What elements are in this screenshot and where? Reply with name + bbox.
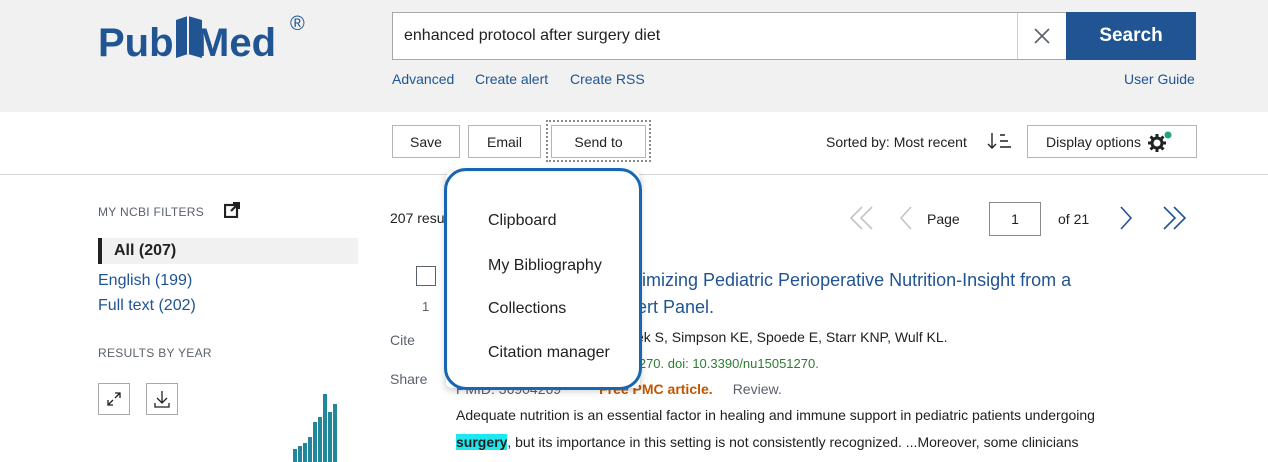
year-bar[interactable] <box>333 404 337 462</box>
filter-full-text[interactable]: Full text (202) <box>98 297 196 315</box>
page-label: Page <box>927 211 960 227</box>
save-button[interactable]: Save <box>392 125 460 158</box>
first-page-icon[interactable] <box>848 205 876 231</box>
my-ncbi-filters-heading: MY NCBI FILTERS <box>98 205 205 219</box>
snippet-line-2-rest: , but its importance in this setting is … <box>507 434 1079 450</box>
pubmed-logo[interactable]: Pub Med ® <box>98 6 318 68</box>
svg-text:Pub: Pub <box>98 21 174 65</box>
review-badge: Review. <box>732 381 782 397</box>
result-title-line-2[interactable]: ert Panel. <box>637 297 714 318</box>
svg-text:®: ® <box>290 13 305 35</box>
year-bar[interactable] <box>318 417 322 462</box>
result-snippet-line-2: surgery, but its importance in this sett… <box>456 434 1079 450</box>
create-alert-link[interactable]: Create alert <box>475 71 548 87</box>
search-button[interactable]: Search <box>1066 12 1196 60</box>
email-button[interactable]: Email <box>468 125 541 158</box>
results-count: 207 resu <box>390 210 445 226</box>
year-bar[interactable] <box>308 437 312 462</box>
download-chart-button[interactable] <box>146 383 178 415</box>
last-page-icon[interactable] <box>1160 205 1188 231</box>
result-number: 1 <box>422 299 430 314</box>
filter-all-label: All (207) <box>114 242 177 259</box>
cite-button[interactable]: Cite <box>390 332 415 348</box>
year-bar[interactable] <box>328 412 332 462</box>
download-icon <box>154 391 170 408</box>
advanced-link[interactable]: Advanced <box>392 71 454 87</box>
previous-page-icon[interactable] <box>898 205 914 231</box>
highlighted-term: surgery <box>456 434 508 450</box>
year-bar[interactable] <box>298 446 302 462</box>
expand-chart-button[interactable] <box>98 383 130 415</box>
search-input[interactable]: enhanced protocol after surgery diet <box>392 12 1066 60</box>
share-button[interactable]: Share <box>390 371 427 387</box>
svg-text:Med: Med <box>196 21 276 65</box>
search-query-text: enhanced protocol after surgery diet <box>404 27 661 44</box>
display-options-label: Display options <box>1046 133 1141 150</box>
filter-english[interactable]: English (199) <box>98 272 192 290</box>
close-icon <box>1034 28 1050 44</box>
result-citation: :1270. doi: 10.3390/nu15051270. <box>628 356 819 371</box>
gear-icon <box>1147 131 1172 152</box>
next-page-icon[interactable] <box>1118 205 1134 231</box>
highlight-ring <box>444 168 642 390</box>
result-snippet-line-1: Adequate nutrition is an essential facto… <box>456 407 1095 423</box>
year-bar[interactable] <box>323 394 327 462</box>
result-authors: ček S, Simpson KE, Spoede E, Starr KNP, … <box>629 329 948 345</box>
year-bar[interactable] <box>293 449 297 462</box>
display-options-button[interactable]: Display options <box>1027 125 1197 158</box>
sort-order-icon[interactable] <box>986 131 1012 151</box>
year-bar[interactable] <box>303 443 307 462</box>
clear-search-button[interactable] <box>1017 13 1066 59</box>
result-title-line-1[interactable]: timizing Pediatric Perioperative Nutriti… <box>637 270 1071 291</box>
results-by-year-heading: RESULTS BY YEAR <box>98 346 212 360</box>
user-guide-link[interactable]: User Guide <box>1124 71 1195 87</box>
year-bar[interactable] <box>313 422 317 462</box>
send-to-button[interactable]: Send to <box>551 125 646 158</box>
page-number-input[interactable]: 1 <box>989 202 1041 236</box>
sort-selector[interactable]: Sorted by: Most recent <box>826 134 967 150</box>
filter-all[interactable]: All (207) <box>98 238 358 264</box>
total-pages-label: of 21 <box>1058 211 1090 227</box>
expand-icon <box>107 392 121 406</box>
result-select-checkbox[interactable] <box>416 266 436 286</box>
create-rss-link[interactable]: Create RSS <box>570 71 645 87</box>
external-link-icon[interactable] <box>224 202 240 218</box>
